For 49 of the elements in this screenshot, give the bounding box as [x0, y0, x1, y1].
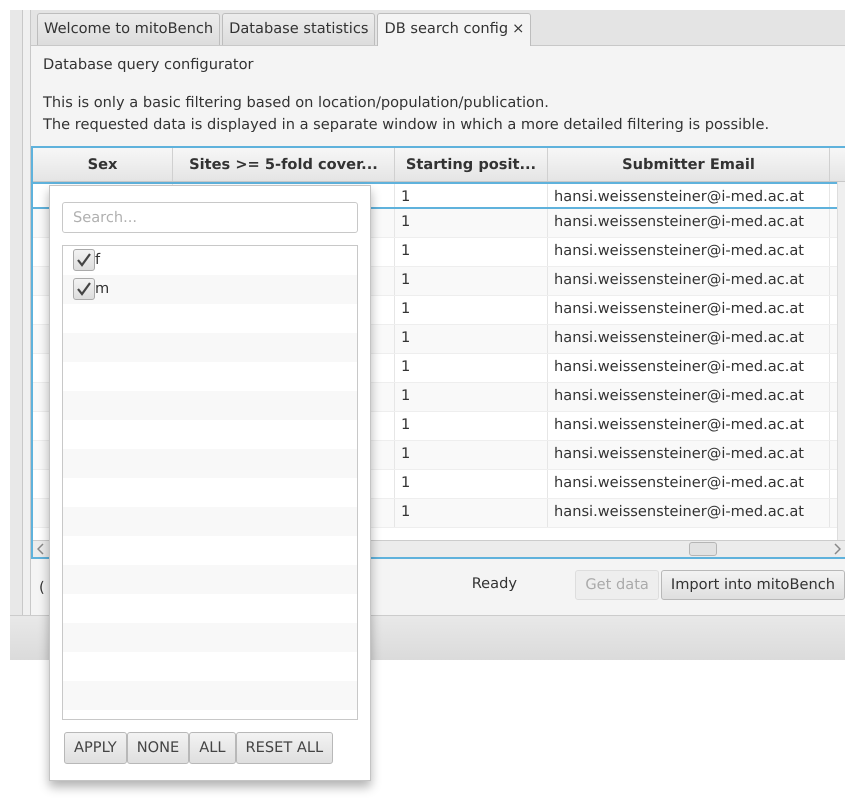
table-cell: hansi.weissensteiner@i-med.ac.at: [548, 238, 830, 266]
table-cell: 1: [395, 184, 548, 207]
column-header[interactable]: Sex: [33, 148, 173, 181]
table-cell: 1: [395, 209, 548, 237]
table-cell: hansi.weissensteiner@i-med.ac.at: [548, 267, 830, 295]
column-header[interactable]: Submitter Email: [548, 148, 830, 181]
table-cell: 1: [395, 441, 548, 469]
vertical-scrollbar[interactable]: [837, 182, 845, 540]
tab[interactable]: DB search config ×: [377, 13, 532, 46]
column-header[interactable]: Starting posit...: [395, 148, 548, 181]
search-field[interactable]: Search...: [62, 202, 358, 233]
table-cell: 1: [395, 325, 548, 353]
column-header[interactable]: Sites >= 5-fold cover...: [173, 148, 395, 181]
tab[interactable]: Welcome to mitoBench: [37, 13, 220, 46]
table-cell: hansi.weissensteiner@i-med.ac.at: [548, 209, 830, 237]
status-text: (: [39, 578, 45, 598]
scrollbar-thumb[interactable]: [689, 542, 717, 556]
table-cell: 1: [395, 354, 548, 382]
filter-button[interactable]: NONE: [126, 732, 190, 764]
table-cell: hansi.weissensteiner@i-med.ac.at: [548, 184, 830, 207]
checkbox[interactable]: [73, 278, 95, 300]
import-button[interactable]: Import into mitoBench: [660, 570, 845, 600]
table-cell: 1: [395, 267, 548, 295]
table-cell: 1: [395, 296, 548, 324]
filter-button[interactable]: APPLY: [64, 732, 127, 764]
heading-text: Database query configurator: [42, 55, 255, 76]
status-text: Ready: [472, 574, 518, 594]
filter-button[interactable]: RESET ALL: [236, 732, 334, 764]
table-cell: 1: [395, 412, 548, 440]
close-icon[interactable]: ×: [512, 20, 524, 38]
scroll-left-icon[interactable]: [37, 543, 45, 555]
description-text: This is only a basic filtering based on location/population/publication.: [42, 93, 550, 114]
table-cell: 1: [395, 499, 548, 527]
table-cell: hansi.weissensteiner@i-med.ac.at: [548, 354, 830, 382]
description-text: The requested data is displayed in a separate window in which a more detailed filtering is possible.: [42, 115, 770, 136]
scroll-right-icon[interactable]: [833, 543, 841, 555]
table-cell: hansi.weissensteiner@i-med.ac.at: [548, 470, 830, 498]
table-cell: hansi.weissensteiner@i-med.ac.at: [548, 441, 830, 469]
table-cell: hansi.weissensteiner@i-med.ac.at: [548, 499, 830, 527]
table-cell: 1: [395, 383, 548, 411]
table-cell: 1: [395, 470, 548, 498]
filter-button[interactable]: ALL: [189, 732, 236, 764]
tab[interactable]: Database statistics: [222, 13, 376, 46]
checkbox[interactable]: [73, 249, 95, 272]
table-cell: hansi.weissensteiner@i-med.ac.at: [548, 383, 830, 411]
table-cell: hansi.weissensteiner@i-med.ac.at: [548, 412, 830, 440]
table-cell: hansi.weissensteiner@i-med.ac.at: [548, 325, 830, 353]
table-cell: 1: [395, 238, 548, 266]
table-cell: hansi.weissensteiner@i-med.ac.at: [548, 296, 830, 324]
